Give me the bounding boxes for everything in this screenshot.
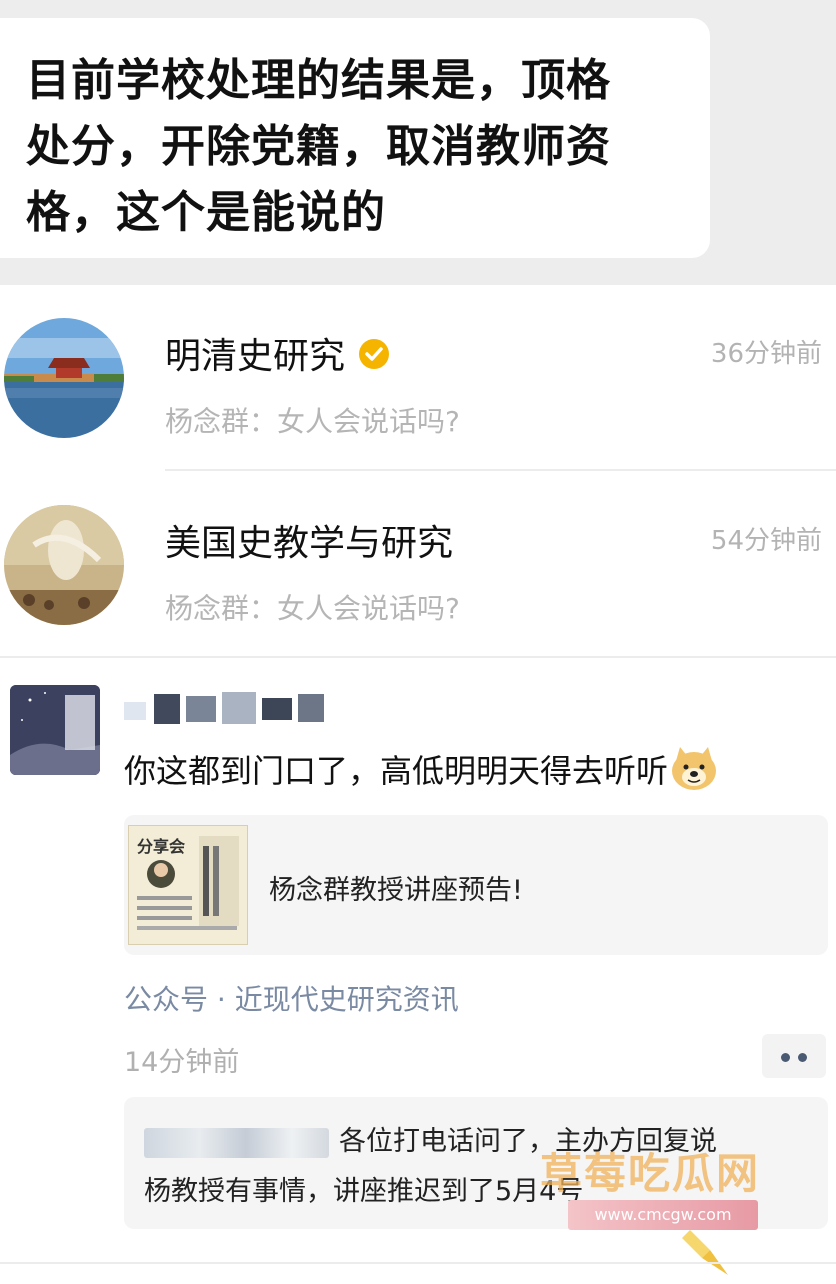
conversation-item-ming-qing[interactable]: 明清史研究 36分钟前 杨念群：女人会说话吗? (0, 285, 836, 471)
article-source-link[interactable]: 公众号 · 近现代史研究资讯 (124, 978, 459, 1018)
reply-line-2: 杨教授有事情，讲座推迟到了5月4号 (144, 1176, 584, 1207)
comment-time: 14分钟前 (124, 1047, 240, 1078)
forbidden-city-avatar (4, 318, 124, 438)
verified-badge-icon (357, 337, 391, 380)
conversation-title-text: 明清史研究 (165, 336, 346, 377)
conversation-title: 明清史研究 (165, 327, 391, 380)
dot (781, 1053, 790, 1062)
divider (0, 656, 836, 658)
svg-text:分享会: 分享会 (137, 837, 185, 856)
conversation-time: 36分钟前 (710, 339, 822, 369)
painting-avatar (4, 505, 124, 625)
article-title: 杨念群教授讲座预告! (269, 875, 523, 906)
watermark-text: 草莓吃瓜网 (540, 1149, 761, 1198)
commenter-avatar[interactable] (10, 685, 100, 775)
watermark-pen-icon (680, 1225, 730, 1280)
doge-emoji-icon (670, 747, 718, 799)
comment-text-content: 你这都到门口了，高低明明天得去听听 (124, 752, 669, 790)
commenter-name-blurred[interactable] (124, 690, 334, 728)
article-card[interactable]: 分享会 杨念群教授讲座预告! (124, 815, 828, 955)
message-line-3: 格，这个是能说的 (26, 187, 386, 238)
conversation-title: 美国史教学与研究 (165, 523, 454, 564)
message-line-1: 目前学校处理的结果是，顶格 (26, 55, 611, 106)
message-line-2: 处分，开除党籍，取消教师资 (26, 121, 611, 172)
article-thumbnail: 分享会 (128, 825, 248, 945)
more-dots-icon[interactable] (762, 1034, 826, 1078)
comment-text: 你这都到门口了，高低明明天得去听听 (124, 746, 718, 799)
dot (798, 1053, 807, 1062)
conversation-item-us-history[interactable]: 美国史教学与研究 54分钟前 杨念群：女人会说话吗? (0, 472, 836, 658)
bottom-divider (0, 1262, 836, 1264)
chat-background: 目前学校处理的结果是，顶格 处分，开除党籍，取消教师资 格，这个是能说的 (0, 0, 836, 285)
conversation-preview: 杨念群：女人会说话吗? (165, 405, 460, 438)
reply-author-blurred (144, 1127, 329, 1158)
conversation-preview: 杨念群：女人会说话吗? (165, 592, 460, 625)
conversation-time: 54分钟前 (710, 526, 822, 556)
message-bubble[interactable]: 目前学校处理的结果是，顶格 处分，开除党籍，取消教师资 格，这个是能说的 (0, 18, 710, 258)
divider (165, 469, 836, 471)
